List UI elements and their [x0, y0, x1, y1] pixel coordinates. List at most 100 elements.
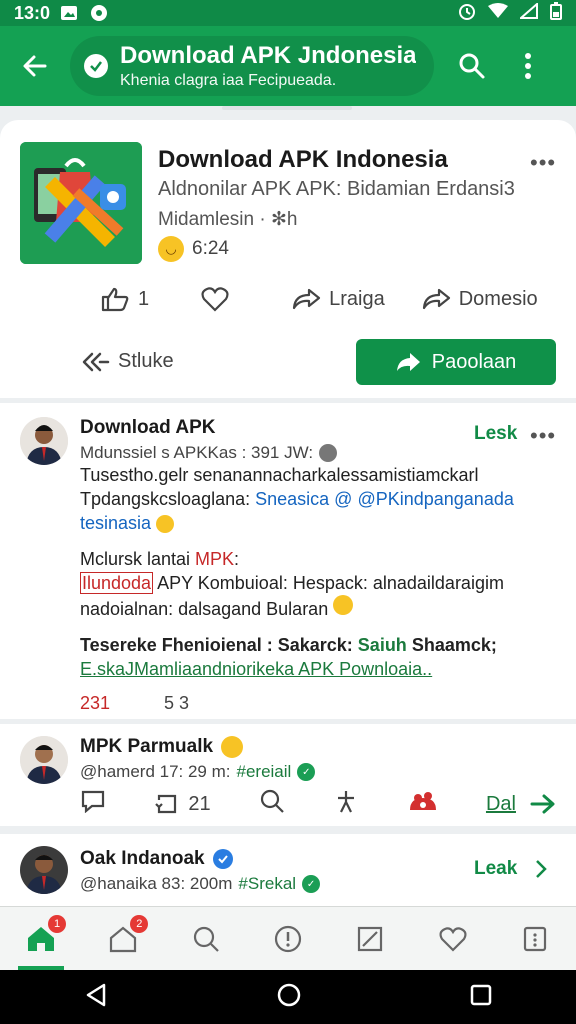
info-icon: [274, 925, 302, 952]
post-link[interactable]: E.skaJMamliaandniorikeka APK Pownloaia..: [80, 659, 432, 679]
nav-favorites[interactable]: [411, 907, 493, 970]
more-vert-icon: [525, 53, 531, 79]
status-bar: 13:0: [0, 0, 576, 26]
post-author[interactable]: MPK Parmualk: [80, 736, 244, 758]
tools-icon: [82, 352, 110, 372]
image-notification-icon: [60, 5, 78, 21]
avatar[interactable]: [20, 846, 68, 894]
arrow-back-icon: [23, 55, 47, 77]
nav-home[interactable]: 1: [0, 907, 82, 970]
post-text: nadoialnan: dalsagand Bularan: [80, 599, 329, 619]
avatar[interactable]: [20, 417, 68, 465]
like-action[interactable]: 1: [100, 286, 149, 312]
home-badge: 1: [48, 915, 66, 933]
post-text: Shaamck;: [406, 635, 497, 655]
back-button[interactable]: [0, 26, 70, 106]
post-card: Oak Indanoak @hanaika 83: 200m #Srekal ✓…: [0, 834, 576, 908]
stat-count: 231: [80, 693, 111, 713]
post-body-paragraph-2: Mclursk lantai MPK: Ilundoda APY Kombuio…: [80, 547, 560, 621]
post-card: Download APK Mdunssiel s APKKas : 391 JW…: [0, 403, 576, 719]
app-rating: ◡ 6:24: [158, 236, 229, 262]
post-text: Tesereke Fhenioienal : Sakarck:: [80, 635, 358, 655]
scroll-indicator: [222, 106, 352, 110]
app-card: Download APK Indonesia Aldnonilar APK AP…: [0, 120, 576, 398]
triangle-back-icon: [86, 983, 106, 1006]
pin-button[interactable]: [333, 788, 359, 820]
retweet-count: 21: [188, 792, 211, 815]
follow-link[interactable]: Leak: [474, 858, 548, 880]
post-highlight: MPK: [195, 549, 235, 569]
post-hashtag[interactable]: #Srekal: [238, 874, 296, 894]
nav-more[interactable]: [494, 907, 576, 970]
system-recents-button[interactable]: [470, 984, 492, 1011]
verified-badge-icon: ✓: [297, 763, 316, 781]
verified-badge-icon: ✓: [302, 875, 321, 893]
system-back-button[interactable]: [84, 982, 108, 1013]
share-action-2-label: Domesio: [458, 287, 538, 310]
share-action-1[interactable]: Lraiga: [291, 287, 385, 311]
search-post-button[interactable]: [259, 788, 285, 820]
reaction-icon: [409, 792, 436, 810]
search-icon: [459, 53, 485, 79]
post-author-name: Oak Indanoak: [80, 848, 205, 869]
search-icon: [193, 926, 219, 952]
post-handle: @hanaika 83: 200m #Srekal ✓: [80, 874, 321, 894]
share-arrow-icon: [422, 288, 450, 310]
reaction-button[interactable]: [408, 790, 438, 818]
post-author[interactable]: Download APK: [80, 417, 215, 439]
post-actions: 21 Dal: [80, 788, 556, 820]
smiley-icon: ◡: [158, 236, 184, 262]
reply-button[interactable]: [80, 789, 106, 819]
open-link-button[interactable]: Dal: [486, 793, 556, 816]
post-link[interactable]: Sneasica @ @PKindpanganada: [255, 489, 514, 509]
app-notification-icon: [90, 5, 108, 21]
repost-icon: [155, 794, 177, 814]
app-actions-row: 1 Lraiga Domesio: [100, 286, 538, 312]
emoji-icon: [319, 444, 338, 462]
search-button[interactable]: [444, 26, 500, 106]
page-subtitle: Khenia clagra iaa Fecipueada.: [120, 72, 337, 89]
app-logo-icon: [20, 142, 142, 264]
post-author[interactable]: Oak Indanoak: [80, 848, 233, 870]
battery-icon: [550, 1, 562, 25]
comment-icon: [81, 790, 105, 814]
secondary-action-label: Stluke: [118, 349, 174, 372]
nav-search[interactable]: [165, 907, 247, 970]
app-bar: Download APK Jndonesia Khenia clagra iaa…: [0, 26, 576, 106]
post-more-button[interactable]: •••: [530, 423, 556, 449]
overflow-menu-button[interactable]: [500, 26, 556, 106]
alarm-icon: [458, 2, 476, 25]
search-icon: [260, 789, 284, 813]
title-pill[interactable]: Download APK Jndonesia Khenia clagra iaa…: [70, 36, 434, 96]
post-handle-text: @hanaika 83: 200m: [80, 874, 233, 893]
post-hashtag[interactable]: Saiuh: [358, 635, 407, 655]
avatar[interactable]: [20, 736, 68, 784]
post-text: Mclursk lantai: [80, 549, 196, 569]
post-link[interactable]: tesinasia: [80, 513, 151, 533]
system-home-button[interactable]: [276, 982, 302, 1013]
share-action-1-label: Lraiga: [329, 287, 385, 310]
chevron-right-icon: [536, 860, 548, 878]
page-title: Download APK Jndonesia: [120, 42, 417, 69]
share-arrow-icon: [293, 288, 321, 310]
nav-edit[interactable]: [329, 907, 411, 970]
verified-badge-icon: [84, 54, 108, 78]
nav-info[interactable]: [247, 907, 329, 970]
secondary-action-button[interactable]: Stluke: [80, 348, 174, 374]
app-card-more-button[interactable]: •••: [530, 150, 556, 176]
retweet-button[interactable]: 21: [154, 792, 211, 816]
favorite-action[interactable]: [201, 286, 229, 312]
heart-icon: [201, 287, 229, 312]
edit-square-icon: [358, 926, 383, 951]
primary-action-label: Paoolaan: [431, 350, 517, 373]
star-pin-icon: [338, 791, 355, 813]
nav-updates[interactable]: 2: [82, 907, 164, 970]
post-body-paragraph-1: Tusestho.gelr senanannacharkalessamistia…: [80, 463, 560, 535]
like-count: 1: [138, 287, 150, 310]
share-action-2[interactable]: Domesio: [421, 287, 538, 311]
follow-link[interactable]: Lesk: [474, 423, 517, 445]
post-text-line: Tusestho.gelr senanannacharkalessamistia…: [80, 465, 479, 485]
primary-action-button[interactable]: Paoolaan: [356, 339, 556, 385]
post-hashtag[interactable]: #ereiail: [237, 762, 292, 782]
wifi-icon: [488, 2, 508, 24]
